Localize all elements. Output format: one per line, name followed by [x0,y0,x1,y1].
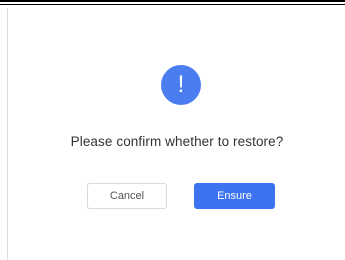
screen-frame: ! Please confirm whether to restore? Can… [0,0,345,260]
top-border-line-thin [0,4,345,5]
confirm-dialog: ! Please confirm whether to restore? Can… [7,8,345,260]
exclamation-circle-icon: ! [161,65,201,105]
ensure-button[interactable]: Ensure [194,183,275,209]
top-border-line [0,0,345,2]
exclamation-glyph: ! [177,71,185,98]
ensure-button-label: Ensure [217,190,252,202]
cancel-button[interactable]: Cancel [87,183,167,209]
confirm-message: Please confirm whether to restore? [70,134,284,149]
cancel-button-label: Cancel [109,190,145,202]
